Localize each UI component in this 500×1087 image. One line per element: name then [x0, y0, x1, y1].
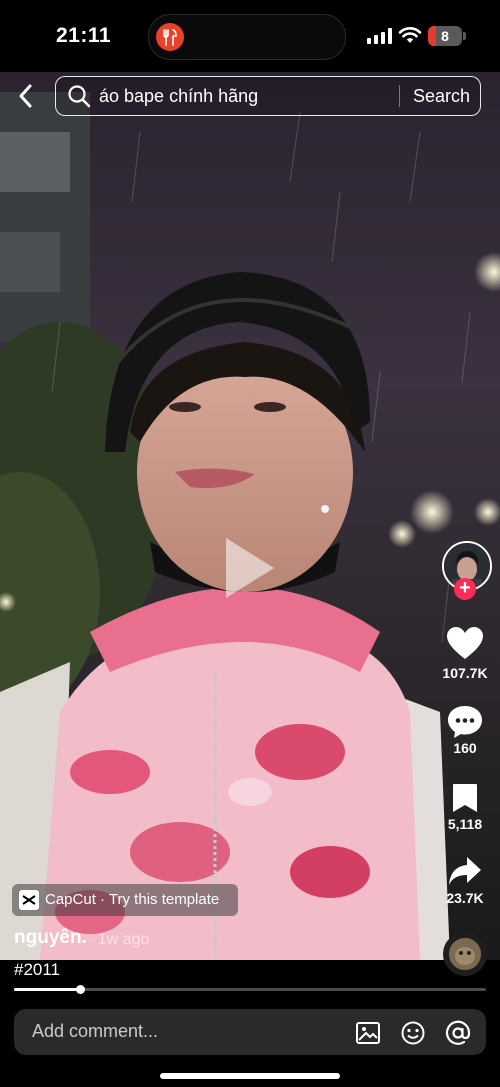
cellular-signal-icon	[367, 28, 393, 44]
post-caption[interactable]: #2011	[14, 960, 60, 980]
battery-indicator: 8	[428, 26, 462, 46]
image-icon[interactable]	[355, 1020, 381, 1046]
home-indicator[interactable]	[160, 1073, 340, 1079]
music-disc-icon[interactable]	[443, 932, 487, 976]
video-progress-handle[interactable]	[76, 985, 86, 994]
comment-icon[interactable]	[446, 704, 484, 740]
capcut-template-button[interactable]: CapCut · Try this template	[12, 884, 238, 916]
play-icon[interactable]	[226, 538, 274, 598]
food-app-icon[interactable]	[156, 23, 184, 51]
share-icon[interactable]	[447, 855, 483, 887]
video-progress-fill	[14, 988, 81, 991]
capcut-logo-icon	[19, 890, 39, 910]
bookmark-icon[interactable]	[451, 782, 479, 814]
search-divider	[399, 85, 400, 107]
search-button[interactable]: Search	[413, 86, 470, 107]
emoji-icon[interactable]	[400, 1020, 426, 1046]
search-bar[interactable]: áo bape chính hãng Search	[55, 76, 481, 116]
video-progress-bar[interactable]	[14, 985, 486, 994]
video-frame	[0, 92, 500, 960]
post-time: · 1w ago	[88, 931, 150, 948]
capcut-template-label: CapCut · Try this template	[45, 891, 220, 908]
battery-level: 8	[441, 28, 449, 44]
creator-username[interactable]: nguyên.	[14, 927, 87, 949]
search-input[interactable]: áo bape chính hãng	[99, 86, 258, 107]
chevron-left-icon[interactable]	[10, 78, 42, 114]
share-count: 23.7K	[446, 890, 484, 906]
save-count: 5,118	[447, 816, 483, 832]
video-player[interactable]	[0, 72, 500, 960]
comment-bar[interactable]: Add comment...	[14, 1009, 486, 1055]
wifi-icon	[398, 26, 422, 43]
like-count: 107.7K	[442, 665, 488, 681]
heart-icon[interactable]	[446, 626, 484, 662]
comment-count: 160	[453, 740, 477, 756]
dynamic-island[interactable]	[148, 14, 346, 60]
status-time: 21:11	[56, 24, 112, 47]
status-bar: 21:11 8	[0, 0, 500, 72]
search-icon	[68, 85, 91, 108]
battery-tip	[463, 32, 466, 40]
plus-icon: +	[459, 577, 471, 599]
comment-input[interactable]: Add comment...	[32, 1021, 158, 1042]
mention-icon[interactable]	[445, 1020, 471, 1046]
follow-button[interactable]: +	[454, 578, 476, 600]
